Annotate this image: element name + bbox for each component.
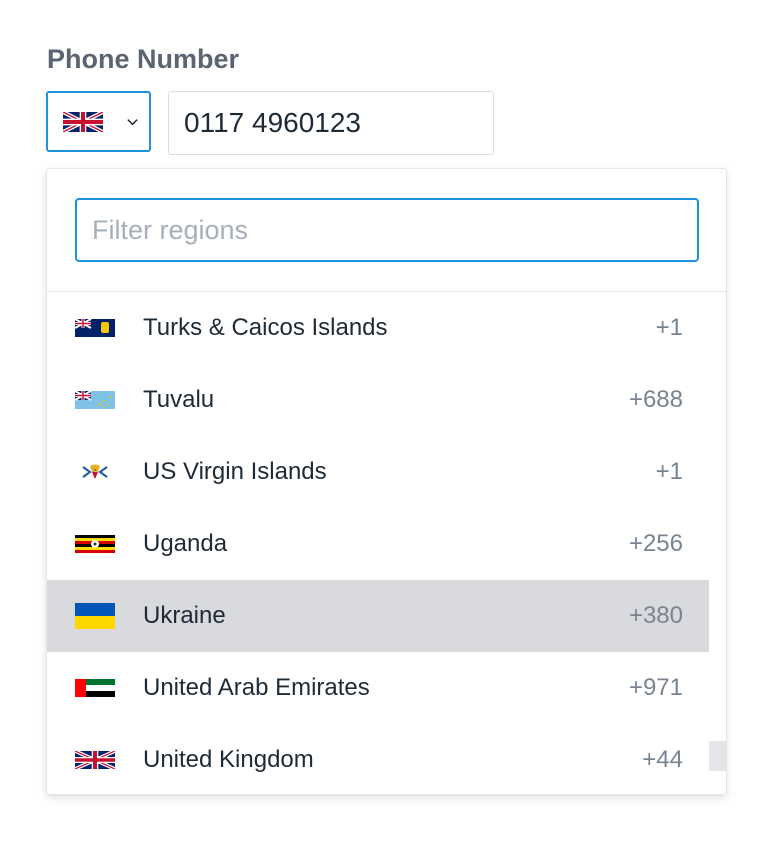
vi-flag-icon: V — [75, 463, 115, 481]
phone-number-label: Phone Number — [47, 44, 240, 74]
region-option-ukraine[interactable]: Ukraine +380 — [47, 580, 711, 652]
region-code: +1 — [655, 314, 683, 341]
tv-flag-icon — [75, 391, 115, 409]
ug-flag-icon — [75, 535, 115, 553]
gb-flag-icon — [75, 751, 115, 769]
region-code: +688 — [628, 386, 683, 413]
region-code: +380 — [628, 602, 683, 629]
scrollbar-thumb[interactable] — [709, 741, 726, 771]
ua-flag-icon — [75, 603, 115, 629]
region-option-united-arab-emirates[interactable]: United Arab Emirates +971 — [47, 652, 711, 724]
region-name: Turks & Caicos Islands — [143, 314, 388, 341]
region-list: Turks & Caicos Islands +1 Tuvalu +688 V … — [47, 292, 711, 794]
svg-text:V: V — [94, 467, 97, 472]
region-option-united-kingdom[interactable]: United Kingdom +44 — [47, 724, 711, 794]
region-name: US Virgin Islands — [143, 458, 327, 485]
scrollbar-track[interactable] — [709, 292, 726, 794]
chevron-down-icon — [127, 119, 138, 126]
region-code: +256 — [628, 530, 683, 557]
region-option-turks-caicos[interactable]: Turks & Caicos Islands +1 — [47, 292, 711, 364]
filter-regions-input[interactable] — [75, 198, 699, 262]
region-name: United Arab Emirates — [143, 674, 370, 701]
phone-number-input[interactable] — [168, 91, 494, 155]
region-dropdown: Turks & Caicos Islands +1 Tuvalu +688 — [46, 168, 727, 795]
region-name: Tuvalu — [143, 386, 215, 413]
region-code: +1 — [655, 458, 683, 485]
region-name: Uganda — [143, 530, 228, 557]
tc-flag-icon — [75, 319, 115, 337]
region-option-tuvalu[interactable]: Tuvalu +688 — [47, 364, 711, 436]
ae-flag-icon — [75, 679, 115, 697]
region-name: United Kingdom — [143, 746, 314, 773]
region-code: +971 — [628, 674, 683, 701]
region-name: Ukraine — [143, 602, 226, 629]
country-code-select[interactable] — [46, 91, 151, 152]
region-code: +44 — [642, 746, 683, 773]
gb-flag-icon — [63, 111, 103, 132]
filter-section — [47, 169, 726, 292]
region-option-us-virgin-islands[interactable]: V US Virgin Islands +1 — [47, 436, 711, 508]
region-option-uganda[interactable]: Uganda +256 — [47, 508, 711, 580]
